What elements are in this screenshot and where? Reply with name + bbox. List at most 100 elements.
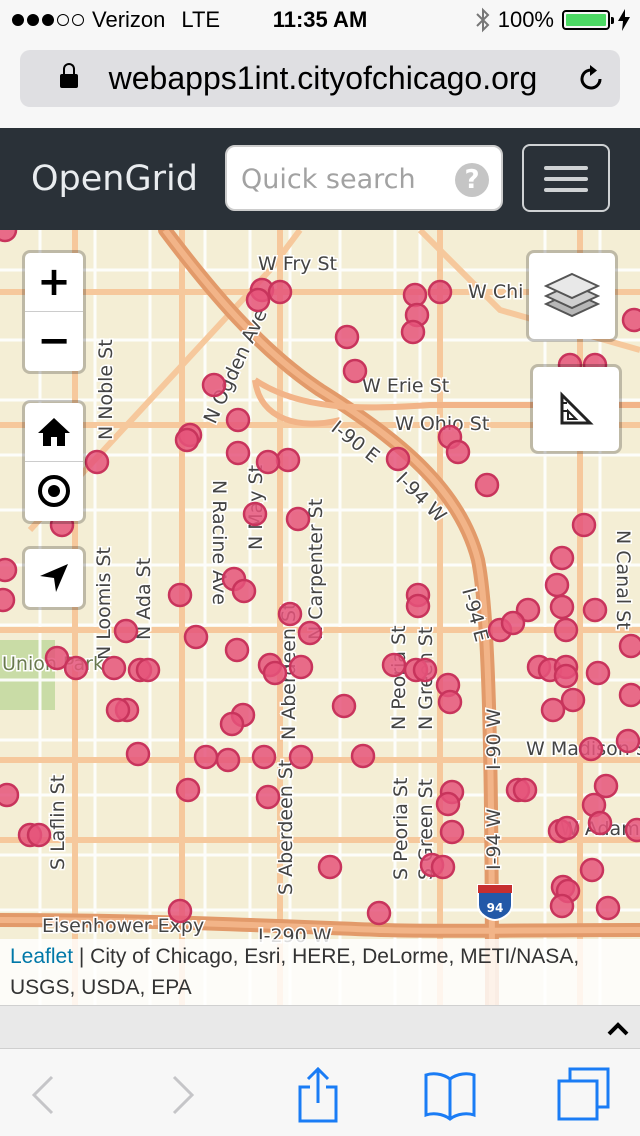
map-marker[interactable] [125, 741, 151, 767]
map-marker[interactable] [402, 282, 428, 308]
map-marker[interactable] [251, 744, 277, 770]
map-marker[interactable] [317, 854, 343, 880]
map-marker[interactable] [500, 610, 526, 636]
map-marker[interactable] [439, 819, 465, 845]
map-marker[interactable] [334, 324, 360, 350]
map-marker[interactable] [585, 660, 611, 686]
home-button[interactable] [25, 403, 83, 461]
map-marker[interactable] [135, 657, 161, 683]
panel-collapse-bar[interactable] [0, 1005, 640, 1049]
help-icon[interactable]: ? [455, 163, 489, 197]
map-marker[interactable] [84, 449, 110, 475]
map-marker[interactable] [175, 777, 201, 803]
map-marker[interactable] [242, 501, 268, 527]
map-marker[interactable] [445, 439, 471, 465]
map-marker[interactable] [26, 822, 52, 848]
caret-up-icon[interactable] [606, 1016, 630, 1040]
map-marker[interactable] [400, 319, 426, 345]
map-marker[interactable] [587, 810, 613, 836]
map-marker[interactable] [350, 743, 376, 769]
map-marker[interactable] [554, 815, 580, 841]
map-marker[interactable] [412, 657, 438, 683]
map-marker[interactable] [0, 587, 16, 613]
map-marker[interactable] [385, 446, 411, 472]
map-marker[interactable] [624, 817, 640, 843]
map-marker[interactable] [297, 620, 323, 646]
map-marker[interactable] [621, 307, 640, 333]
map-marker[interactable] [288, 654, 314, 680]
map-marker[interactable] [285, 506, 311, 532]
share-icon[interactable] [290, 1067, 346, 1123]
map-marker[interactable] [582, 597, 608, 623]
map-marker[interactable] [277, 601, 303, 627]
map-marker[interactable] [512, 777, 538, 803]
map-marker[interactable] [224, 637, 250, 663]
map-marker[interactable] [615, 728, 640, 754]
map-marker[interactable] [544, 572, 570, 598]
quick-search-box[interactable]: ? [225, 145, 503, 211]
map-marker[interactable] [618, 682, 640, 708]
map-marker[interactable] [101, 655, 127, 681]
map-marker[interactable] [193, 744, 219, 770]
map-marker[interactable] [553, 663, 579, 689]
map-marker[interactable] [381, 652, 407, 678]
map-marker[interactable] [0, 557, 18, 583]
map-marker[interactable] [167, 898, 193, 924]
map-marker[interactable] [183, 624, 209, 650]
map-marker[interactable] [549, 893, 575, 919]
book-icon[interactable] [422, 1067, 478, 1123]
map-marker[interactable] [255, 784, 281, 810]
map-marker[interactable] [595, 895, 621, 921]
map-marker[interactable] [288, 744, 314, 770]
address-bar[interactable]: webapps1int.cityofchicago.org [20, 50, 620, 107]
map-marker[interactable] [427, 279, 453, 305]
navigate-control[interactable] [22, 546, 86, 610]
map-marker[interactable] [225, 407, 251, 433]
layers-button[interactable] [529, 253, 615, 339]
quick-search-input[interactable] [241, 155, 456, 203]
map-marker[interactable] [437, 689, 463, 715]
zoom-out-button[interactable]: − [25, 312, 83, 370]
map-marker[interactable] [578, 736, 604, 762]
navigate-button[interactable] [25, 549, 83, 607]
map-marker[interactable] [474, 472, 500, 498]
map-marker[interactable] [225, 440, 251, 466]
map-marker[interactable] [231, 578, 257, 604]
map-marker[interactable] [167, 582, 193, 608]
locate-button[interactable] [25, 462, 83, 520]
back-chevron-icon[interactable] [16, 1067, 72, 1123]
measure-control[interactable] [530, 364, 622, 454]
map-marker[interactable] [215, 747, 241, 773]
map-marker[interactable] [63, 655, 89, 681]
map-marker[interactable] [0, 782, 20, 808]
zoom-in-button[interactable]: + [25, 253, 83, 311]
map-marker[interactable] [245, 287, 271, 313]
map-marker[interactable] [366, 900, 392, 926]
map-marker[interactable] [560, 687, 586, 713]
map-marker[interactable] [549, 545, 575, 571]
map-marker[interactable] [618, 633, 640, 659]
map-marker[interactable] [174, 427, 200, 453]
url-text[interactable]: webapps1int.cityofchicago.org [78, 50, 568, 107]
map-marker[interactable] [201, 372, 227, 398]
map-marker[interactable] [579, 857, 605, 883]
forward-chevron-icon[interactable] [154, 1067, 210, 1123]
map-marker[interactable] [553, 617, 579, 643]
map-marker[interactable] [342, 358, 368, 384]
map-canvas[interactable]: 94 W Fry St W Chi W Erie St W Ohio St I-… [0, 230, 640, 1006]
map-marker[interactable] [275, 447, 301, 473]
map-marker[interactable] [267, 279, 293, 305]
measure-button[interactable] [533, 367, 619, 451]
layers-control[interactable] [526, 250, 618, 342]
reload-icon[interactable] [576, 64, 606, 94]
map-marker[interactable] [405, 593, 431, 619]
map-marker[interactable] [430, 854, 456, 880]
map-marker[interactable] [255, 449, 281, 475]
map-marker[interactable] [331, 693, 357, 719]
map-marker[interactable] [262, 660, 288, 686]
leaflet-link[interactable]: Leaflet [10, 945, 73, 968]
map-marker[interactable] [105, 697, 131, 723]
map-basemap[interactable]: 94 W Fry St W Chi W Erie St W Ohio St I-… [0, 230, 640, 1006]
map-marker[interactable] [435, 791, 461, 817]
brand-title[interactable]: OpenGrid [31, 128, 198, 230]
